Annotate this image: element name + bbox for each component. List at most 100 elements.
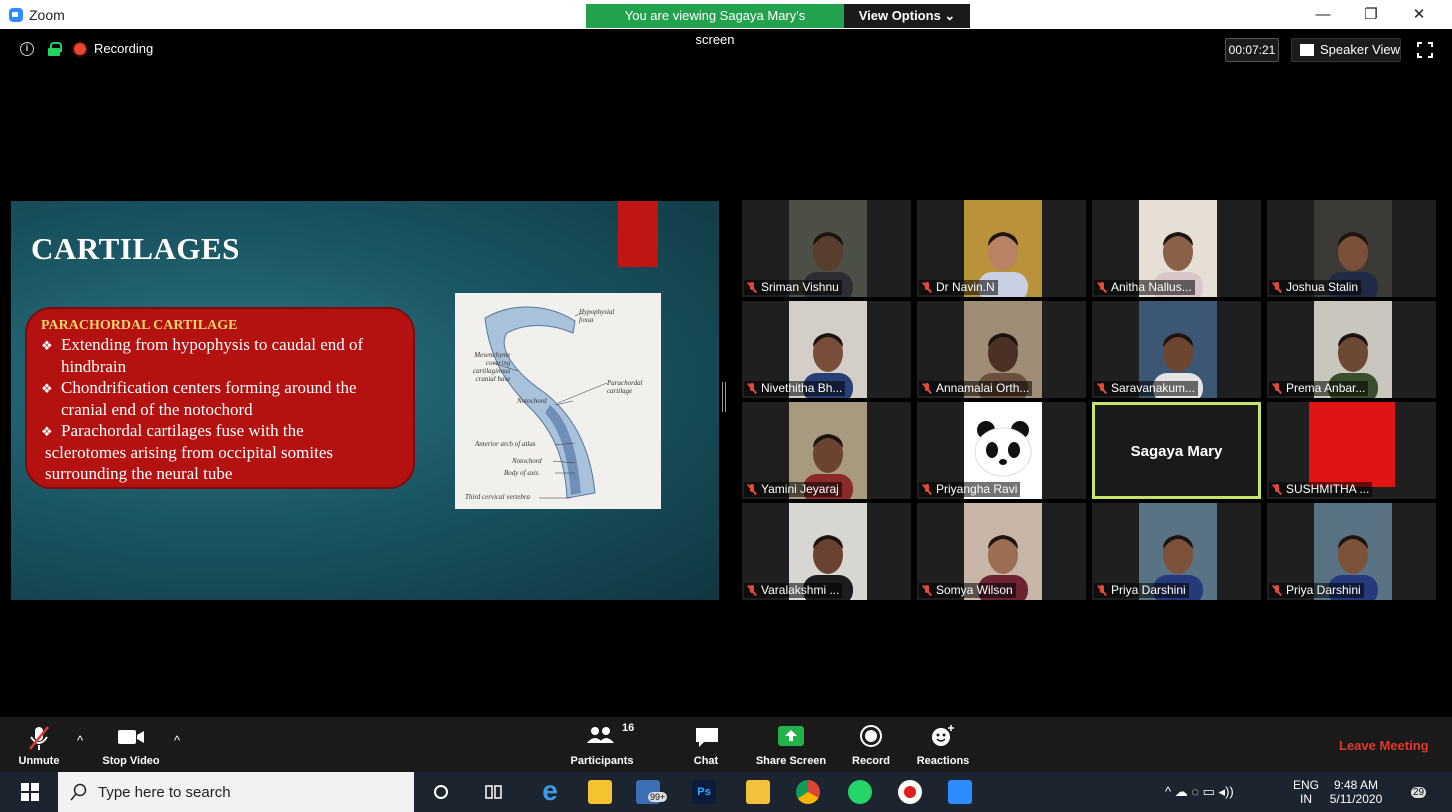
figure-label: Body of axis [504,469,539,477]
mic-muted-icon [747,282,757,293]
whatsapp-icon[interactable] [848,780,872,804]
photoshop-icon[interactable]: Ps [692,780,716,804]
close-button[interactable]: ✕ [1396,4,1442,26]
tray-icons[interactable]: ^ ☁ ◌ ▭ ◂)) [1165,784,1234,800]
participant-tile[interactable]: Priya Darshini [1092,503,1261,600]
active-speaker-name: Sagaya Mary [1130,443,1223,460]
participant-name-tag: Sriman Vishnu [744,280,842,295]
participant-tile[interactable]: Priyangha Ravi [917,402,1086,499]
windows-start-icon[interactable] [21,783,39,801]
share-screen-icon [778,726,804,746]
taskbar-search-box[interactable]: Type here to search [58,772,414,812]
participants-label: Participants [570,755,634,767]
slide-point: ❖ Chondrification centers forming around … [41,378,357,397]
language-indicator[interactable]: ENG IN [1293,778,1319,806]
participant-tile[interactable]: Joshua Stalin [1267,200,1436,297]
speaker-view-icon [1300,44,1314,56]
search-placeholder: Type here to search [98,784,231,801]
leave-meeting-button[interactable]: Leave Meeting [1339,738,1429,753]
mic-muted-icon [747,383,757,394]
mic-muted-icon [747,484,757,495]
participant-name-tag: Joshua Stalin [1269,280,1362,295]
chrome-icon[interactable] [796,780,820,804]
slide-text-box: PARACHORDAL CARTILAGE ❖ Extending from hy… [25,307,415,489]
participant-tile[interactable]: Sagaya Mary [1092,402,1261,499]
task-view-icon[interactable] [485,784,503,800]
view-options-button[interactable]: View Options ⌄ [844,4,970,28]
participant-name: Nivethitha Bh... [761,381,843,395]
slide-title: CARTILAGES [31,231,240,266]
figure-label: Anterior arch of atlas [475,440,536,448]
participant-tile[interactable]: Yamini Jeyaraj [742,402,911,499]
fullscreen-icon[interactable] [1417,42,1433,58]
participant-tile[interactable]: Dr Navin.N [917,200,1086,297]
participant-name: Anitha Nallus... [1111,280,1192,294]
mic-muted-icon [1272,282,1282,293]
participant-name-tag: Saravanakum... [1094,381,1199,396]
share-screen-button[interactable]: Share Screen [752,717,830,772]
participants-button[interactable]: 16 Participants [566,717,638,772]
info-icon[interactable]: i [20,41,34,56]
stop-video-label: Stop Video [102,755,160,767]
figure-label: Notochord [517,397,547,405]
recording-icon [74,42,86,55]
participant-tile[interactable]: Sriman Vishnu [742,200,911,297]
participant-name: SUSHMITHA ... [1286,482,1370,496]
mic-muted-icon [1097,282,1107,293]
participant-tile[interactable]: Annamalai Orth... [917,301,1086,398]
window-title: Zoom [29,7,65,23]
participant-tile[interactable]: Varalakshmi ... [742,503,911,600]
participant-tile[interactable]: Saravanakum... [1092,301,1261,398]
participant-name-tag: Priya Darshini [1269,583,1364,598]
split-divider-handle[interactable] [722,382,726,412]
participant-tile[interactable]: SUSHMITHA ... [1267,402,1436,499]
reactions-button[interactable]: Reactions [912,717,974,772]
mic-muted-icon [922,585,932,596]
participant-tile[interactable]: Nivethitha Bh... [742,301,911,398]
store-icon[interactable] [588,780,612,804]
notifications-icon[interactable]: 29 [1405,781,1427,803]
participant-tile[interactable]: Anitha Nallus... [1092,200,1261,297]
participant-name: Yamini Jeyaraj [761,482,839,496]
mail-icon[interactable]: 99+ [636,780,668,804]
participant-name: Somya Wilson [936,583,1013,597]
zoom-taskbar-icon[interactable] [948,780,972,804]
edge-browser-icon[interactable]: e [538,777,562,805]
chat-button[interactable]: Chat [684,717,728,772]
lang-code: ENG [1293,778,1320,792]
participant-tile[interactable]: Priya Darshini [1267,503,1436,600]
recording-label: Recording [94,41,154,56]
screen-recorder-icon[interactable] [898,780,922,804]
participant-name-tag: Varalakshmi ... [744,583,843,598]
record-label: Record [852,755,890,767]
screen-share-banner: You are viewing Sagaya Mary's screen Vie… [586,4,970,47]
file-explorer-icon[interactable] [746,780,770,804]
reactions-label: Reactions [916,755,970,767]
participant-name: Prema Anbar... [1286,381,1366,395]
stop-video-button[interactable]: Stop Video [96,717,166,772]
record-button[interactable]: Record [848,717,894,772]
record-icon [860,725,882,747]
participant-name-tag: Priya Darshini [1094,583,1189,598]
unmute-button[interactable]: Unmute [10,717,68,772]
video-options-caret[interactable]: ^ [174,733,180,748]
slide-point-cont: surrounding the neural tube [45,464,233,483]
mic-muted-icon [1272,585,1282,596]
chat-icon [696,728,718,747]
video-camera-icon [118,730,144,744]
speaker-view-button[interactable]: Speaker View [1291,38,1401,62]
restore-button[interactable]: ❐ [1348,4,1394,26]
cortana-icon[interactable] [433,784,449,800]
mic-muted-icon [1097,383,1107,394]
participant-tile[interactable]: Prema Anbar... [1267,301,1436,398]
participant-name-tag: Prema Anbar... [1269,381,1369,396]
participant-name: Joshua Stalin [1286,280,1359,294]
minimize-button[interactable]: — [1300,4,1346,26]
figure-label: Mesenchyme covering cartilaginous cranial b… [473,351,511,383]
clock[interactable]: 9:48 AM 5/11/2020 [1328,778,1384,806]
lock-icon[interactable] [48,41,62,56]
slide-decoration [618,201,658,267]
mail-badge: 99+ [648,792,668,802]
audio-options-caret[interactable]: ^ [77,733,83,748]
participant-tile[interactable]: Somya Wilson [917,503,1086,600]
